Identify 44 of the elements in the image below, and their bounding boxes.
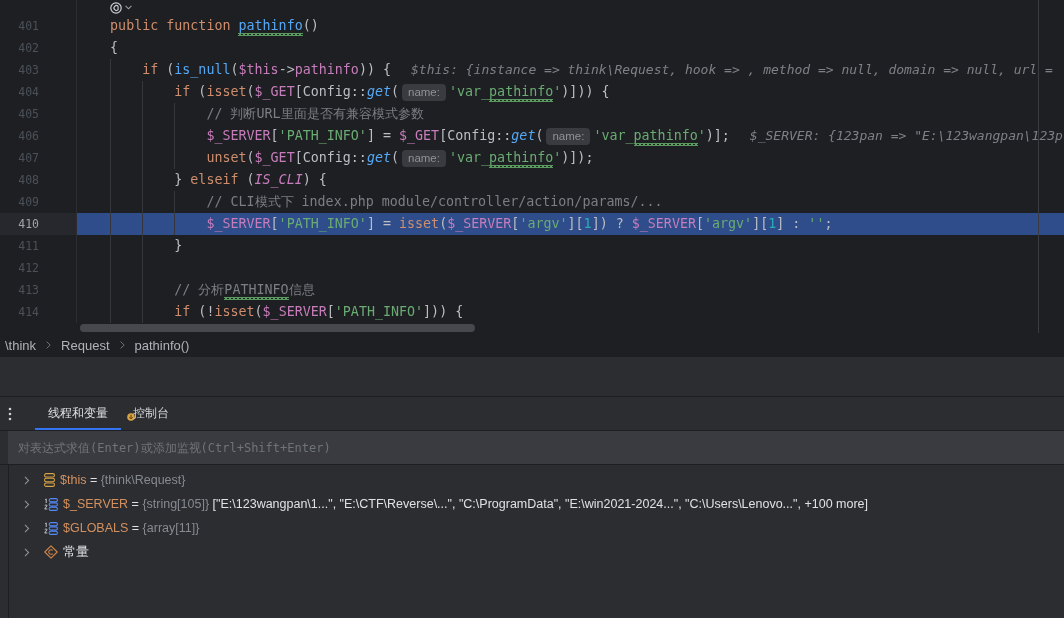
code-text: $_SERVER['PATH_INFO'] = isset($_SERVER['argv'][1]) ? $_SERVER['argv'][1] : ''; <box>206 215 833 233</box>
parameter-hint: name: <box>402 83 446 101</box>
code-text: 'var_pathinfo')])) { <box>448 83 610 101</box>
code-text: if (!isset($_SERVER['PATH_INFO'])) { <box>174 303 464 321</box>
breadcrumb-item[interactable]: pathinfo() <box>134 337 190 353</box>
inline-debug-value: $this: {instance => think\Request, hook => , method => null, domain => null, url = <box>411 61 1053 79</box>
code-text: } elseif (IS_CLI) { <box>174 171 327 189</box>
code-text: // 分析PATHINFO信息 <box>174 281 315 299</box>
chevron-right-icon <box>119 341 125 349</box>
code-text: $_SERVER['PATH_INFO'] = $_GET[Config::get( <box>206 127 544 145</box>
code-text: 'var_pathinfo')]; <box>593 127 730 145</box>
code-text: // 判断URL里面是否有兼容模式参数 <box>206 105 424 123</box>
code-text: // CLI模式下 index.php module/controller/action/params/... <box>206 193 663 211</box>
parameter-hint: name: <box>546 127 591 145</box>
tab[interactable]: 控制台 <box>121 397 182 430</box>
code-text: if (isset($_GET[Config::get( <box>174 83 399 101</box>
chevron-right-icon <box>46 341 52 349</box>
parameter-hint: name: <box>402 149 446 167</box>
scrollbar-thumb[interactable] <box>80 324 475 332</box>
variable-label[interactable]: $GLOBALS = {array[11]} <box>63 521 200 535</box>
code-text: public function pathinfo() <box>110 17 319 35</box>
breadcrumb-item[interactable]: Request <box>61 337 110 353</box>
breadcrumb-item[interactable]: \think <box>5 337 37 353</box>
chevron-right-icon[interactable] <box>23 523 31 533</box>
numbered-list-icon <box>44 521 58 535</box>
chevron-down-icon[interactable] <box>125 5 133 10</box>
code-text: } <box>174 237 183 255</box>
chevron-right-icon[interactable] <box>23 475 31 485</box>
variable-label[interactable]: $_SERVER = {string[105]} ["E:\123wangpan\1...", "E:\CTF\Reverse\...", "C:\ProgramData", "E:\win2021-2024...", "C:\Users\Lenovo...", +100 more] <box>63 497 868 511</box>
code-text: unset($_GET[Config::get( <box>206 149 399 167</box>
diamond-icon <box>44 545 58 559</box>
numbered-list-icon <box>44 497 58 511</box>
variable-label[interactable]: 常量 <box>63 543 89 561</box>
chevron-right-icon[interactable] <box>23 499 31 509</box>
variable-label[interactable]: $this = {think\Request} <box>60 473 186 487</box>
chevron-right-icon[interactable] <box>23 547 31 557</box>
inline-debug-value: $_SERVER: {123pan => "E:\123wangpan\123p <box>749 127 1063 145</box>
ring-icon[interactable] <box>110 1 123 14</box>
code-text: 'var_pathinfo')]); <box>448 149 594 167</box>
stack-icon <box>44 473 55 487</box>
code-text: { <box>110 39 119 57</box>
line-number: 410 <box>17 217 39 231</box>
arrow-circle-icon <box>127 412 135 421</box>
code-text: if (is_null($this->pathinfo)) { <box>142 61 391 79</box>
